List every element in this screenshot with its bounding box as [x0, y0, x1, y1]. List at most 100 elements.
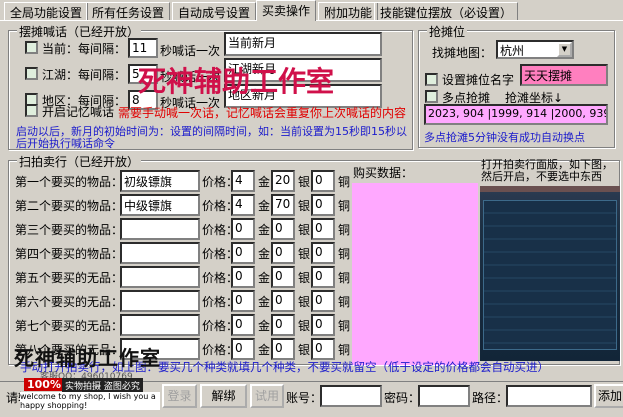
shop-text: welcome to my shop, I wish you a happy s… — [20, 392, 160, 410]
stall-name-checkbox[interactable] — [425, 73, 438, 86]
silver-input[interactable]: 70 — [271, 194, 295, 216]
multi-point-checkbox[interactable] — [425, 90, 438, 103]
account-label: 账号： — [286, 391, 323, 405]
silver-label: 银 — [298, 295, 311, 309]
shout-info: 启动以后，新月的初始时间为：设置的间隔时间，如：当前设置为15秒即15秒以后开始… — [16, 125, 407, 150]
interval-input[interactable]: 11 — [128, 38, 158, 58]
silver-input[interactable]: 0 — [271, 338, 295, 360]
gold-label: 金 — [258, 175, 271, 189]
gold-label: 金 — [258, 199, 271, 213]
item-name-input[interactable] — [120, 218, 200, 240]
tab-1[interactable]: 所有任务设置 — [86, 2, 171, 20]
silver-label: 银 — [298, 319, 311, 333]
memory-shout-label: 开启记忆喊话 — [42, 105, 115, 119]
map-value: 杭州 — [500, 44, 525, 58]
silver-label: 银 — [298, 175, 311, 189]
item-label: 第七个要买的无品： — [15, 319, 124, 333]
copper-input[interactable]: 0 — [311, 266, 335, 288]
copper-label: 铜 — [338, 295, 351, 309]
silver-input[interactable]: 0 — [271, 290, 295, 312]
path-input[interactable] — [506, 385, 592, 407]
copper-input[interactable]: 0 — [311, 290, 335, 312]
tab-5[interactable]: 技能键位摆放（必设置） — [374, 2, 519, 20]
watermark-top: 死神辅助工作室 — [138, 65, 335, 98]
copper-label: 铜 — [338, 343, 351, 357]
copper-input[interactable]: 0 — [311, 218, 335, 240]
gold-input[interactable]: 0 — [231, 290, 255, 312]
gold-input[interactable]: 0 — [231, 338, 255, 360]
gold-input[interactable]: 4 — [231, 194, 255, 216]
coords-input[interactable]: 2023, 904 |1999, 914 |2000, 939 — [424, 104, 608, 125]
copper-label: 铜 — [338, 175, 351, 189]
interval-suffix: 秒喊话一次 — [160, 44, 221, 58]
silver-input[interactable]: 20 — [271, 170, 295, 192]
silver-input[interactable]: 0 — [271, 218, 295, 240]
tab-0[interactable]: 全局功能设置 — [4, 2, 89, 20]
shout-checkbox[interactable] — [25, 67, 38, 80]
path-label: 路径： — [472, 391, 509, 405]
silver-label: 银 — [298, 271, 311, 285]
item-name-input[interactable] — [120, 314, 200, 336]
trial-button[interactable]: 试用 — [250, 384, 284, 408]
shout-message-input[interactable]: 当前新月 — [224, 32, 382, 56]
gold-label: 金 — [258, 319, 271, 333]
shout-channel-label: 江湖： — [42, 68, 79, 82]
shout-channel-label: 当前： — [42, 42, 79, 56]
gold-input[interactable]: 4 — [231, 170, 255, 192]
badge: 100% — [24, 378, 64, 391]
stall-note: 多点抢滩5分钟没有成功自动换点 — [424, 131, 585, 144]
interval-label: 每间隔： — [78, 42, 127, 56]
item-name-input[interactable] — [120, 242, 200, 264]
gold-label: 金 — [258, 343, 271, 357]
memory-shout-note: 需要手动喊一次话，记忆喊话会重复你上次喊话的内容 — [118, 106, 407, 120]
copper-input[interactable]: 0 — [311, 194, 335, 216]
gold-label: 金 — [258, 271, 271, 285]
item-name-input[interactable] — [120, 290, 200, 312]
silver-input[interactable]: 0 — [271, 242, 295, 264]
item-name-input[interactable] — [120, 266, 200, 288]
password-input[interactable] — [418, 385, 470, 407]
unbind-button[interactable]: 解绑 — [200, 384, 247, 408]
memory-shout-checkbox[interactable] — [25, 104, 38, 117]
gold-input[interactable]: 0 — [231, 218, 255, 240]
auction-hint: 打开拍卖行面版，如下图，然后开启，不要选中东西 — [481, 159, 613, 183]
stall-name-input[interactable]: 天天摆摊 — [520, 64, 608, 86]
item-name-input[interactable]: 中级镖旗 — [120, 194, 200, 216]
item-label: 第二个要买的物品： — [15, 199, 124, 213]
buy-data-area — [352, 183, 478, 365]
shout-title: 摆摊喊话（已经开放） — [17, 23, 142, 40]
auction-title: 扫拍卖行（已经开放） — [17, 153, 142, 170]
gold-label: 金 — [258, 295, 271, 309]
map-label: 找摊地图： — [432, 46, 493, 60]
copper-label: 铜 — [338, 319, 351, 333]
item-label: 第五个要买的无品： — [15, 271, 124, 285]
item-label: 第六个要买的无品： — [15, 295, 124, 309]
map-select[interactable]: 杭州 ▼ — [496, 40, 574, 59]
tab-3[interactable]: 买卖操作 — [256, 0, 317, 21]
item-label: 第四个要买的物品： — [15, 247, 124, 261]
silver-input[interactable]: 0 — [271, 314, 295, 336]
chevron-down-icon[interactable]: ▼ — [557, 42, 572, 57]
account-input[interactable] — [320, 385, 382, 407]
add-button[interactable]: 添加 — [594, 384, 623, 408]
gold-input[interactable]: 0 — [231, 242, 255, 264]
item-name-input[interactable]: 初级镖旗 — [120, 170, 200, 192]
tab-4[interactable]: 附加功能 — [318, 2, 379, 20]
login-button[interactable]: 登录 — [162, 384, 197, 408]
silver-input[interactable]: 0 — [271, 266, 295, 288]
interval-label: 每间隔： — [78, 68, 127, 82]
stall-name-label: 设置摊位名字 — [442, 73, 515, 87]
auction-screenshot-image — [480, 186, 620, 361]
shout-checkbox[interactable] — [25, 41, 38, 54]
gold-input[interactable]: 0 — [231, 314, 255, 336]
copper-input[interactable]: 0 — [311, 170, 335, 192]
silver-label: 银 — [298, 343, 311, 357]
password-label: 密码： — [384, 391, 421, 405]
watermark-bottom: 死神辅助工作室 — [14, 346, 161, 370]
copper-input[interactable]: 0 — [311, 314, 335, 336]
copper-label: 铜 — [338, 271, 351, 285]
gold-input[interactable]: 0 — [231, 266, 255, 288]
copper-input[interactable]: 0 — [311, 242, 335, 264]
copper-input[interactable]: 0 — [311, 338, 335, 360]
tab-2[interactable]: 自动成号设置 — [172, 2, 257, 20]
